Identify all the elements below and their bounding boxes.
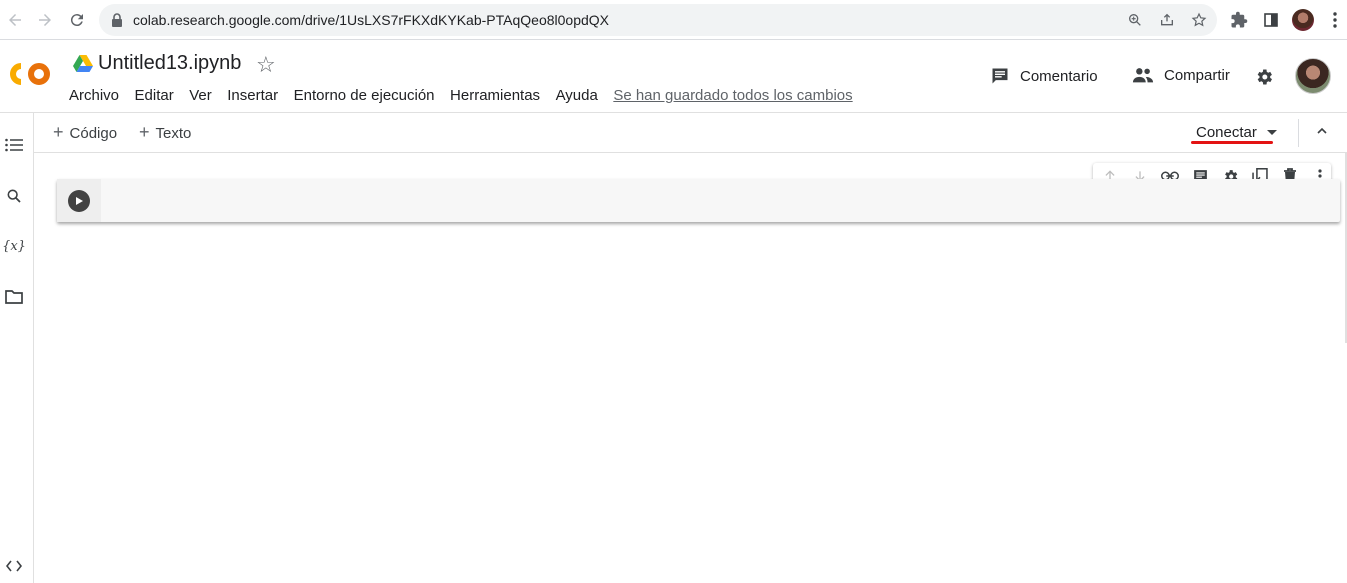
- menu-item-insertar[interactable]: Insertar: [227, 87, 278, 104]
- toolbar-divider: [1298, 119, 1299, 147]
- cell-gutter: [57, 179, 101, 222]
- menu-item-ayuda[interactable]: Ayuda: [556, 87, 598, 104]
- reload-icon[interactable]: [65, 8, 89, 32]
- code-cell[interactable]: [57, 179, 1340, 222]
- menu-bar: Archivo Editar Ver Insertar Entorno de e…: [69, 87, 868, 104]
- saved-status-link[interactable]: Se han guardado todos los cambios: [613, 87, 852, 104]
- search-icon[interactable]: [4, 186, 24, 206]
- people-icon: [1132, 68, 1154, 83]
- plus-icon: +: [53, 122, 64, 142]
- drive-icon[interactable]: [73, 55, 93, 78]
- back-icon[interactable]: [3, 8, 27, 32]
- comment-label: Comentario: [1020, 67, 1098, 85]
- add-code-label: Código: [69, 125, 118, 142]
- share-label: Compartir: [1164, 66, 1230, 84]
- menu-item-herramientas[interactable]: Herramientas: [450, 87, 540, 104]
- menu-dots-icon[interactable]: [1324, 9, 1346, 31]
- collapse-header-icon[interactable]: [1314, 123, 1330, 144]
- settings-gear-icon[interactable]: [1254, 67, 1274, 92]
- plus-icon: +: [139, 122, 150, 142]
- comment-icon: [992, 68, 1008, 84]
- forward-icon[interactable]: [33, 8, 57, 32]
- user-avatar[interactable]: [1295, 58, 1331, 94]
- connect-highlight-underline: [1191, 141, 1273, 144]
- menu-item-ver[interactable]: Ver: [189, 87, 212, 104]
- share-icon[interactable]: [1158, 11, 1176, 29]
- code-snippets-icon[interactable]: [4, 556, 24, 576]
- add-text-label: Texto: [155, 125, 192, 142]
- zoom-icon[interactable]: [1126, 11, 1144, 29]
- star-icon[interactable]: ☆: [256, 52, 276, 78]
- menu-item-entorno[interactable]: Entorno de ejecución: [294, 87, 435, 104]
- share-button[interactable]: Compartir: [1132, 66, 1230, 84]
- colab-logo[interactable]: [7, 61, 53, 94]
- browser-toolbar: colab.research.google.com/drive/1UsLXS7r…: [0, 0, 1347, 40]
- profile-avatar[interactable]: [1292, 9, 1314, 31]
- play-icon: [76, 197, 83, 205]
- url-text: colab.research.google.com/drive/1UsLXS7r…: [133, 12, 609, 28]
- notebook-title[interactable]: Untitled13.ipynb: [98, 52, 241, 75]
- lock-icon: [111, 13, 123, 32]
- colab-header: Untitled13.ipynb ☆ Archivo Editar Ver In…: [0, 41, 1347, 113]
- connect-button[interactable]: Conectar: [1196, 124, 1277, 141]
- bookmark-star-icon[interactable]: [1190, 11, 1208, 29]
- add-text-button[interactable]: + Texto: [139, 122, 192, 143]
- extensions-icon[interactable]: [1228, 9, 1250, 31]
- sidepanel-icon[interactable]: [1260, 9, 1282, 31]
- run-cell-button[interactable]: [68, 190, 90, 212]
- add-code-button[interactable]: + Código: [53, 122, 118, 143]
- table-of-contents-icon[interactable]: [4, 135, 24, 155]
- comment-button[interactable]: Comentario: [990, 66, 1098, 86]
- menu-item-archivo[interactable]: Archivo: [69, 87, 119, 104]
- left-sidebar: {x}: [0, 113, 34, 583]
- variables-icon[interactable]: {x}: [2, 236, 26, 256]
- connect-label: Conectar: [1196, 124, 1257, 141]
- folder-icon[interactable]: [4, 287, 24, 307]
- menu-item-editar[interactable]: Editar: [135, 87, 174, 104]
- dropdown-arrow-icon[interactable]: [1266, 129, 1277, 136]
- address-bar[interactable]: colab.research.google.com/drive/1UsLXS7r…: [99, 4, 1217, 36]
- notebook-toolbar: + Código + Texto Conectar: [34, 113, 1347, 153]
